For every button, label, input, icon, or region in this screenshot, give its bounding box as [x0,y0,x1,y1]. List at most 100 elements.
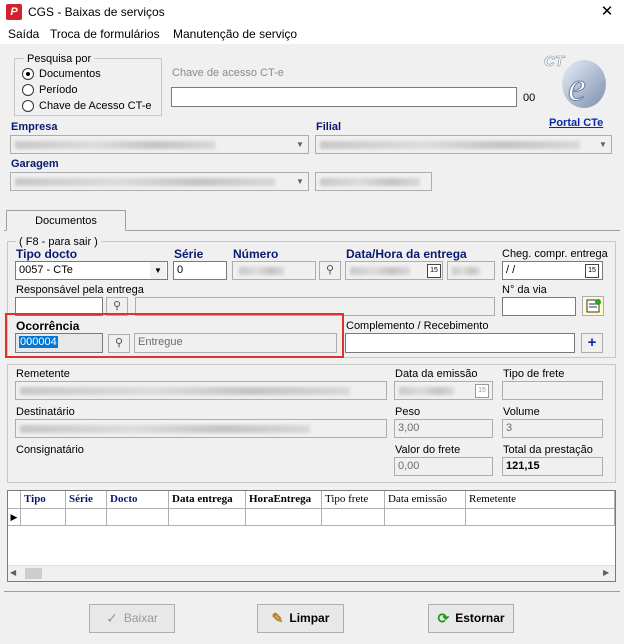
table-cell[interactable] [466,509,615,526]
filial-dropdown-icon[interactable]: ▼ [595,136,611,153]
refresh-icon: ⟳ [437,610,450,627]
redacted-value [20,387,350,395]
grid-indicator-header [8,491,21,509]
hora-entrega-input[interactable] [447,261,495,280]
scroll-thumb[interactable] [25,568,42,579]
limpar-button[interactable]: ✎ Limpar [257,604,344,633]
data-emissao-calendar-icon: 15 [475,384,489,398]
data-entrega-calendar-icon[interactable]: 15 [427,264,441,278]
horizontal-scrollbar[interactable]: ◀ ▶ [8,565,615,581]
destinatario-label: Destinatário [16,406,75,418]
redacted-value [15,141,215,149]
filial-select[interactable] [315,135,612,154]
grid-col-tipo[interactable]: Tipo [21,491,66,509]
pesquisa-label: Pesquisa por [24,53,95,65]
total-prestacao-label: Total da prestação [503,444,593,456]
menu-saida[interactable]: Saída [8,27,39,41]
nvia-input[interactable] [502,297,576,316]
grid-col-remetente[interactable]: Remetente [466,491,615,509]
row-pointer-icon: ▶ [8,509,21,526]
valor-frete-field: 0,00 [394,457,493,476]
chave-input[interactable] [171,87,517,107]
close-icon[interactable]: ✕ [596,2,618,22]
total-prestacao-field: 121,15 [502,457,603,476]
grid-col-data-emissao[interactable]: Data emissão [385,491,466,509]
tipo-docto-dropdown-icon[interactable]: ▼ [150,262,166,279]
radio-chave-acesso[interactable] [22,100,34,112]
table-cell[interactable] [246,509,322,526]
peso-label: Peso [395,406,421,418]
serie-input[interactable]: 0 [173,261,227,280]
menu-bar: Saída Troca de formulários Manutenção de… [0,24,624,44]
grid-col-hora-entrega[interactable]: HoraEntrega [246,491,322,509]
data-hora-label: Data/Hora da entrega [346,247,467,261]
empresa-dropdown-icon[interactable]: ▼ [292,136,308,153]
data-emissao-label: Data da emissão [395,368,478,380]
window-title: CGS - Baixas de serviços [28,5,165,19]
redacted-value [320,141,580,149]
radio-documentos[interactable] [22,68,34,80]
title-bar: P CGS - Baixas de serviços ✕ [0,0,624,24]
remetente-field [15,381,387,400]
broom-icon: ✎ [271,610,284,627]
empresa-select[interactable] [10,135,309,154]
valor-frete-label: Valor do frete [395,444,461,456]
grid-col-data-entrega[interactable]: Data entrega [169,491,246,509]
destinatario-field [15,419,387,438]
table-cell[interactable] [107,509,169,526]
volume-field: 3 [502,419,603,438]
checkmark-icon: ✓ [106,610,118,627]
svg-text:e: e [568,64,586,109]
radio-periodo[interactable] [22,84,34,96]
numero-search-binoculars-icon[interactable]: ⚲ [319,261,341,280]
bottom-separator [4,591,620,592]
baixar-button[interactable]: ✓ Baixar [89,604,175,633]
garagem-select[interactable] [10,172,309,191]
garagem-extra-field [315,172,432,191]
responsavel-label: Responsável pela entrega [16,284,144,296]
serie-label: Série [174,247,204,261]
highlight-box [5,313,344,358]
grid-col-docto[interactable]: Docto [107,491,169,509]
grid-col-tipo-frete[interactable]: Tipo frete [322,491,385,509]
menu-manutencao-servico[interactable]: Manutenção de serviço [173,27,297,41]
cheg-label: Cheg. compr. entrega [502,248,608,260]
tipo-frete-label: Tipo de frete [503,368,565,380]
nvia-label: N° da via [502,284,547,296]
table-cell[interactable] [66,509,107,526]
portal-cte-link[interactable]: Portal CTe [549,117,603,129]
scroll-right-icon[interactable]: ▶ [603,568,609,577]
volume-label: Volume [503,406,540,418]
garagem-label: Garagem [11,158,59,170]
print-document-icon[interactable] [582,296,604,316]
documents-grid[interactable]: Tipo Série Docto Data entrega HoraEntreg… [7,490,616,582]
app-logo-icon: P [6,4,22,20]
tab-documentos[interactable]: Documentos [6,210,126,231]
table-cell[interactable] [169,509,246,526]
tipo-frete-field [502,381,603,400]
table-cell[interactable] [21,509,66,526]
tipo-docto-select[interactable]: 0057 - CTe [15,261,168,280]
complemento-label: Complemento / Recebimento [346,320,489,332]
consignatario-label: Consignatário [16,444,84,456]
redacted-value [20,425,310,433]
chave-suffix: 00 [523,92,536,104]
menu-troca-formularios[interactable]: Troca de formulários [50,27,160,41]
complemento-input[interactable] [345,333,575,353]
add-plus-icon[interactable]: + [581,333,603,353]
cheg-calendar-icon[interactable]: 15 [585,264,599,278]
grid-col-serie[interactable]: Série [66,491,107,509]
garagem-dropdown-icon[interactable]: ▼ [292,173,308,190]
estornar-button[interactable]: ⟳ Estornar [428,604,514,633]
numero-input[interactable] [232,261,316,280]
empresa-label: Empresa [11,121,58,133]
peso-field: 3,00 [394,419,493,438]
filial-label: Filial [316,121,342,133]
table-cell[interactable] [322,509,385,526]
numero-label: Número [233,247,279,261]
main-window: P CGS - Baixas de serviços ✕ Saída Troca… [0,0,624,644]
tipo-docto-label: Tipo docto [16,247,78,261]
scroll-left-icon[interactable]: ◀ [10,568,16,577]
radio-chave-acesso-label: Chave de Acesso CT-e [39,100,152,112]
table-cell[interactable] [385,509,466,526]
